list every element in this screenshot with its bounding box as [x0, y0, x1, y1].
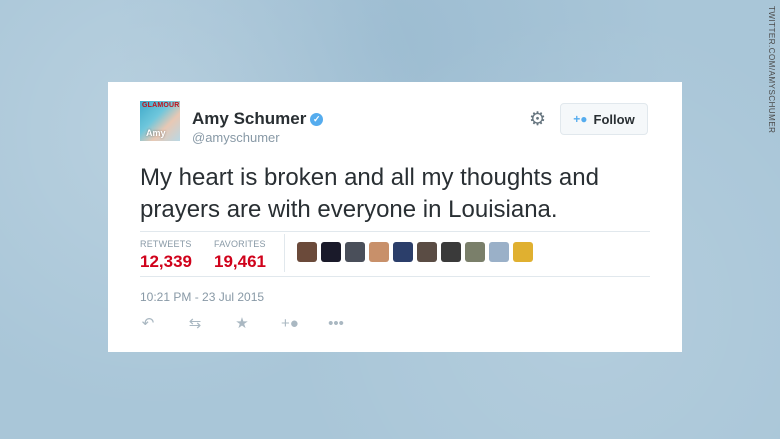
add-user-icon[interactable]: +●: [281, 315, 299, 332]
favoriter-avatars: [297, 242, 537, 262]
favoriter-avatar[interactable]: [297, 242, 317, 262]
gear-icon[interactable]: ⚙: [529, 110, 546, 129]
avatar-cover-name: Amy: [146, 128, 166, 138]
tweet-actions: ↶ ⇆ ★ +● •••: [140, 314, 375, 333]
retweets-count: 12,339: [140, 252, 192, 271]
tweet-text: My heart is broken and all my thoughts a…: [140, 164, 599, 223]
verified-badge-icon: ✓: [310, 113, 324, 126]
favoriter-avatar[interactable]: [513, 242, 533, 262]
stats-top-divider: [140, 231, 650, 232]
user-name[interactable]: Amy Schumer ✓: [192, 109, 324, 129]
follow-button[interactable]: +● Follow: [560, 103, 648, 135]
stats-bottom-divider: [140, 276, 650, 277]
tweet-card: GLAMOUR Amy Amy Schumer ✓ @amyschumer ⚙ +…: [108, 82, 682, 352]
star-icon[interactable]: ★: [234, 314, 250, 332]
more-icon[interactable]: •••: [328, 315, 344, 332]
favoriter-avatar[interactable]: [369, 242, 389, 262]
tweet-timestamp[interactable]: 10:21 PM - 23 Jul 2015: [140, 290, 264, 304]
favoriter-avatar[interactable]: [441, 242, 461, 262]
favoriter-avatar[interactable]: [393, 242, 413, 262]
follow-label: Follow: [593, 111, 635, 127]
retweets-stat[interactable]: RETWEETS 12,339: [140, 239, 192, 272]
favorites-count: 19,461: [214, 252, 266, 271]
favoriter-avatar[interactable]: [345, 242, 365, 262]
favoriter-avatar[interactable]: [321, 242, 341, 262]
favorites-label: FAVORITES: [214, 239, 266, 249]
reply-icon[interactable]: ↶: [140, 314, 156, 332]
user-handle[interactable]: @amyschumer: [192, 130, 280, 145]
add-user-icon: +●: [573, 112, 588, 126]
favoriter-avatar[interactable]: [489, 242, 509, 262]
retweets-label: RETWEETS: [140, 239, 192, 249]
stats-separator: [284, 234, 285, 272]
favoriter-avatar[interactable]: [465, 242, 485, 262]
favoriter-avatar[interactable]: [417, 242, 437, 262]
avatar[interactable]: GLAMOUR Amy: [140, 101, 180, 141]
site-watermark: TWITTER.COM/AMYSCHUMER: [767, 6, 776, 134]
retweet-icon[interactable]: ⇆: [187, 314, 203, 332]
favorites-stat[interactable]: FAVORITES 19,461: [214, 239, 266, 272]
avatar-magazine-title: GLAMOUR: [142, 102, 180, 109]
user-name-text: Amy Schumer: [192, 109, 307, 128]
